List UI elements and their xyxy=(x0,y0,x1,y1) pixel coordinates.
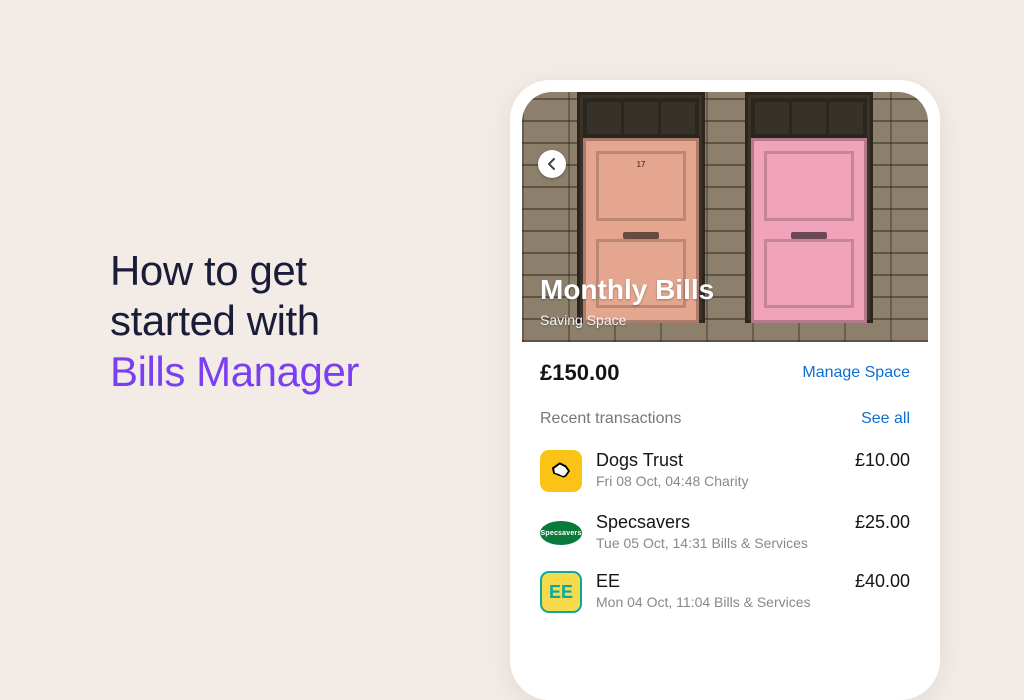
transaction-row[interactable]: Dogs Trust Fri 08 Oct, 04:48 Charity £10… xyxy=(522,440,928,502)
transaction-row[interactable]: Specsavers Specsavers Tue 05 Oct, 14:31 … xyxy=(522,502,928,561)
balance-amount: £150.00 xyxy=(540,360,620,386)
transaction-amount: £10.00 xyxy=(855,450,910,471)
merchant-name: Dogs Trust xyxy=(596,450,841,471)
heading-line2: started with xyxy=(110,297,320,344)
see-all-link[interactable]: See all xyxy=(861,410,910,428)
phone-screen: 17 Month xyxy=(522,92,928,688)
transaction-row[interactable]: EE EE Mon 04 Oct, 11:04 Bills & Services… xyxy=(522,561,928,623)
page-heading: How to get started with Bills Manager xyxy=(110,246,359,397)
merchant-name: EE xyxy=(596,571,841,592)
hero-banner: 17 Month xyxy=(522,92,928,342)
chevron-left-icon xyxy=(547,158,557,170)
phone-frame: 17 Month xyxy=(510,80,940,700)
hero-subtitle: Saving Space xyxy=(540,312,626,328)
transaction-meta: Mon 04 Oct, 11:04 Bills & Services xyxy=(596,594,841,610)
door-right xyxy=(745,92,873,323)
back-button[interactable] xyxy=(538,150,566,178)
merchant-name: Specsavers xyxy=(596,512,841,533)
merchant-logo-specsavers: Specsavers xyxy=(540,521,582,545)
recent-header: Recent transactions See all xyxy=(522,394,928,440)
transaction-meta: Tue 05 Oct, 14:31 Bills & Services xyxy=(596,535,841,551)
transaction-amount: £25.00 xyxy=(855,512,910,533)
balance-row: £150.00 Manage Space xyxy=(522,342,928,394)
hero-title: Monthly Bills xyxy=(540,274,714,306)
heading-accent: Bills Manager xyxy=(110,348,359,395)
manage-space-link[interactable]: Manage Space xyxy=(802,364,910,382)
transaction-amount: £40.00 xyxy=(855,571,910,592)
merchant-logo-dogs-trust xyxy=(540,450,582,492)
merchant-logo-ee: EE xyxy=(540,571,582,613)
recent-label: Recent transactions xyxy=(540,410,681,428)
transaction-meta: Fri 08 Oct, 04:48 Charity xyxy=(596,473,841,489)
heading-line1: How to get xyxy=(110,247,307,294)
